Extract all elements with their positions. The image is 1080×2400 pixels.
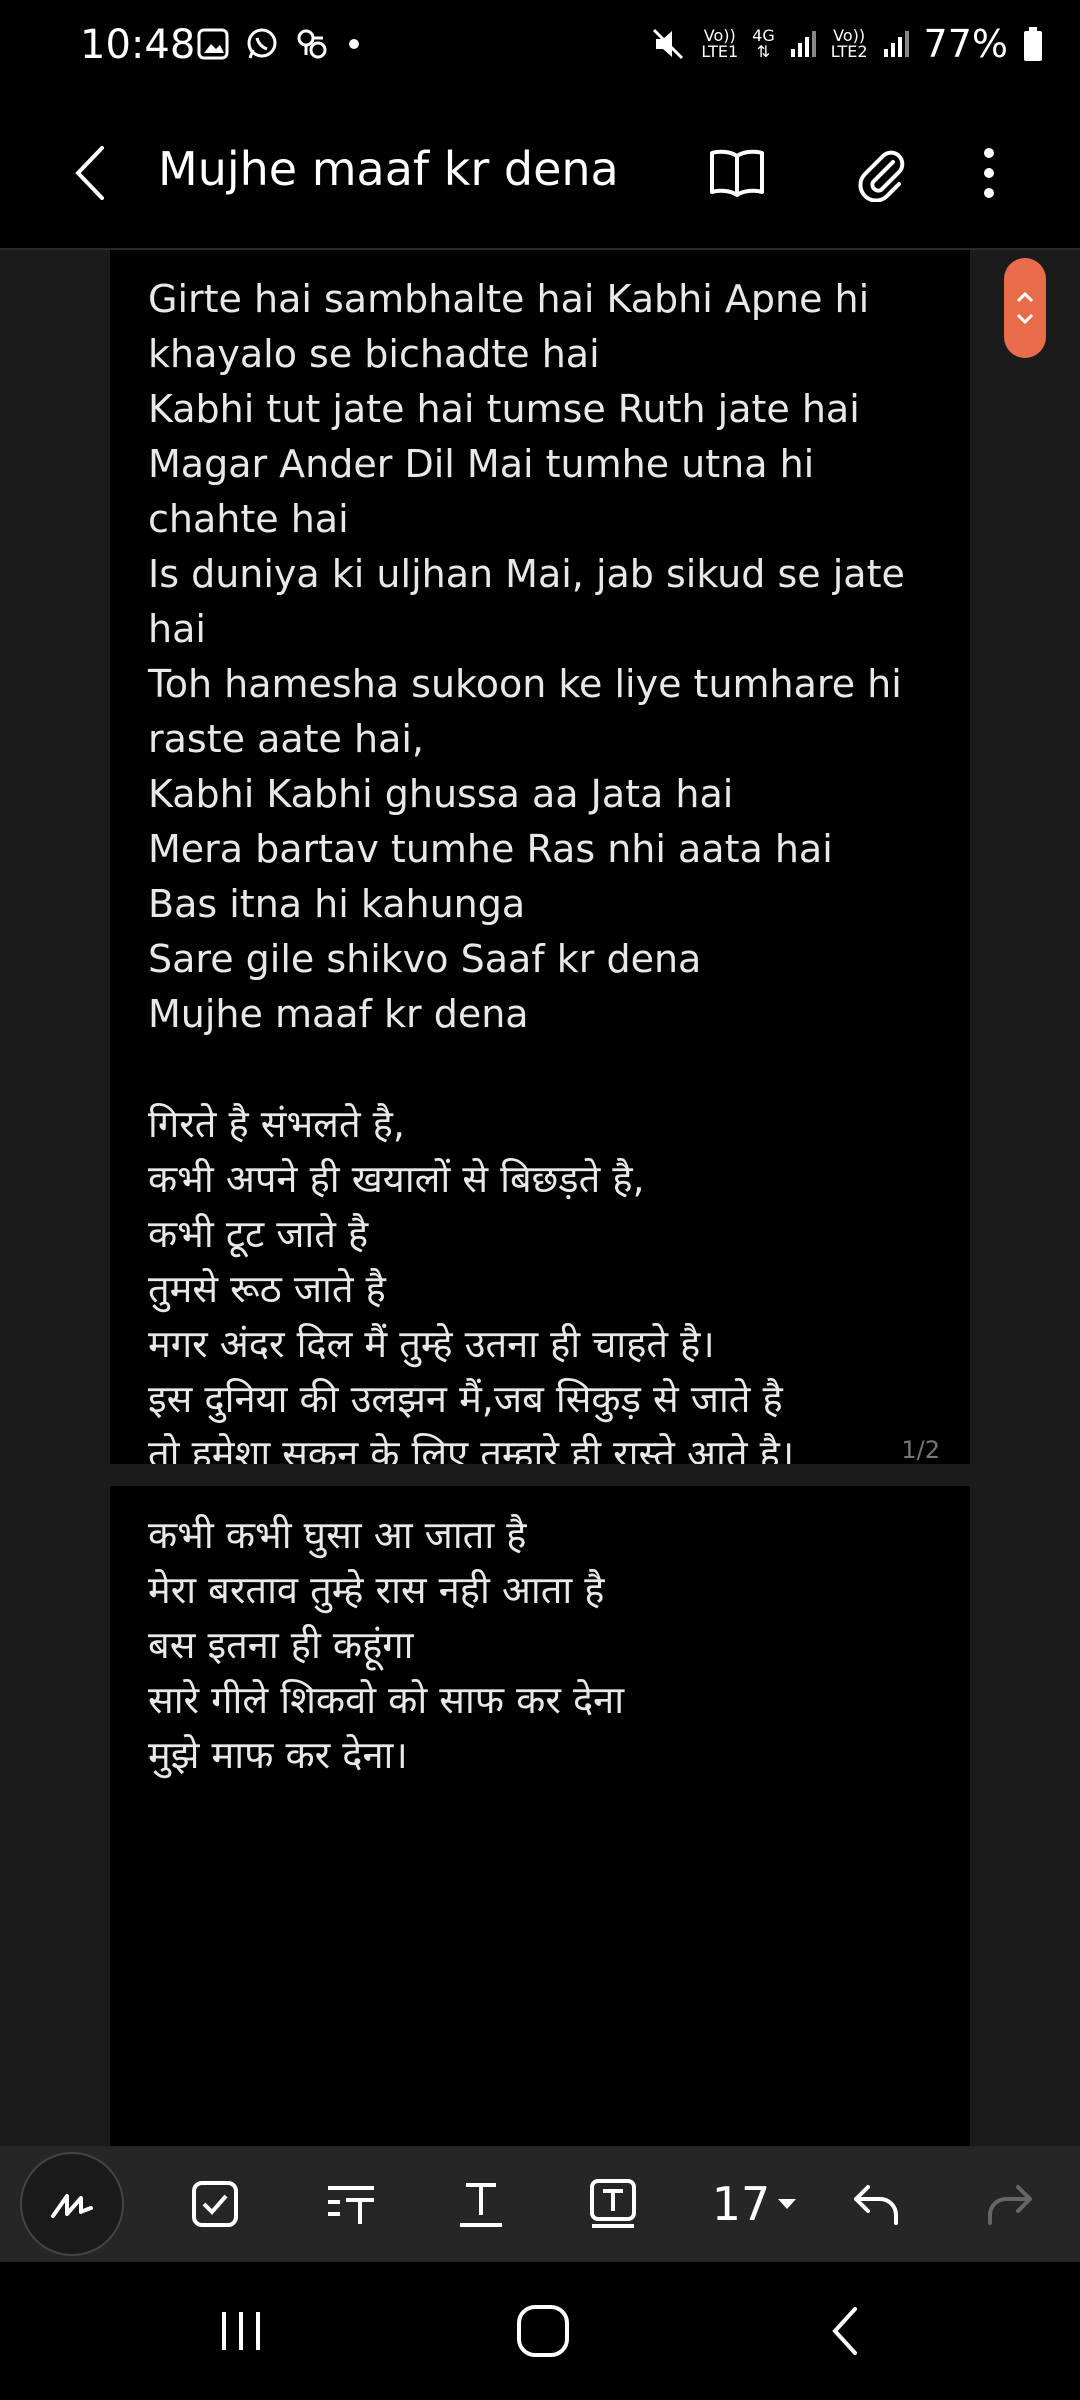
- signal-strength-1-icon: [790, 31, 816, 57]
- undo-button[interactable]: [842, 2160, 912, 2248]
- chevron-up-icon: [1016, 291, 1034, 303]
- status-time: 10:48: [80, 22, 196, 68]
- font-size-value: 17: [711, 2177, 771, 2231]
- battery-icon: [1024, 27, 1042, 61]
- volte-lte2-indicator: Vo)) LTE2: [830, 26, 868, 61]
- attach-button[interactable]: [846, 138, 916, 208]
- chevron-left-icon: [75, 146, 104, 200]
- note-page-1[interactable]: Girte hai sambhalte hai Kabhi Apne hi kh…: [110, 250, 970, 1476]
- chevron-down-icon: [1016, 313, 1034, 325]
- pen-handwriting-icon: [51, 2194, 93, 2218]
- gallery-notification-icon: [197, 28, 229, 60]
- note-title[interactable]: Mujhe maaf kr dena: [158, 142, 619, 196]
- volte-lte1-indicator: Vo)) LTE1: [701, 26, 739, 61]
- text-style-button[interactable]: [446, 2160, 516, 2248]
- system-navigation-bar: [0, 2262, 1080, 2400]
- open-book-icon: [710, 149, 764, 197]
- home-button[interactable]: [498, 2296, 588, 2366]
- page-scroll-button[interactable]: [1004, 258, 1046, 358]
- note-page-1-text[interactable]: Girte hai sambhalte hai Kabhi Apne hi kh…: [148, 272, 948, 1482]
- paragraph-style-button[interactable]: [316, 2160, 386, 2248]
- network-type-indicator: 4G ⇅: [752, 26, 775, 61]
- redo-icon: [988, 2185, 1032, 2225]
- page-number: 1/2: [901, 1436, 940, 1464]
- more-options-button[interactable]: [954, 138, 1024, 208]
- page-separator: [110, 1464, 970, 1486]
- note-page-2[interactable]: कभी कभी घुसा आ जाता है मेरा बरताव तुम्हे…: [110, 1486, 970, 2146]
- note-page-2-text[interactable]: कभी कभी घुसा आ जाता है मेरा बरताव तुम्हे…: [148, 1508, 948, 1783]
- status-bar: 10:48 Vo)) LTE1 4G ⇅ Vo)) LTE2 77%: [0, 0, 1080, 96]
- back-icon: [832, 2307, 857, 2355]
- signal-strength-2-icon: [883, 31, 909, 57]
- undo-icon: [854, 2185, 898, 2225]
- back-button[interactable]: [62, 138, 122, 208]
- text-box-icon: [590, 2179, 636, 2228]
- more-notifications-dot-icon: [349, 39, 359, 49]
- system-back-button[interactable]: [800, 2296, 890, 2366]
- editing-toolbar: 17: [0, 2146, 1080, 2262]
- system-status-icons: Vo)) LTE1 4G ⇅ Vo)) LTE2 77%: [649, 22, 1044, 66]
- text-color-button[interactable]: [578, 2160, 648, 2248]
- more-vertical-icon: [984, 148, 994, 198]
- caret-down-icon: [778, 2199, 797, 2209]
- mute-icon: [653, 28, 684, 60]
- home-icon: [517, 2305, 569, 2357]
- paperclip-icon: [858, 150, 905, 202]
- text-format-icon: [460, 2183, 502, 2227]
- notification-icons: [196, 26, 364, 62]
- app-bar: Mujhe maaf kr dena: [0, 96, 1080, 248]
- recent-apps-icon: [222, 2312, 260, 2350]
- whatsapp-icon: [247, 28, 277, 59]
- app-notification-icon: [297, 29, 327, 59]
- battery-percentage: 77%: [923, 22, 1008, 66]
- checkbox-icon: [192, 2181, 238, 2227]
- font-size-dropdown[interactable]: 17: [700, 2160, 810, 2248]
- redo-button[interactable]: [974, 2160, 1044, 2248]
- checkbox-button[interactable]: [180, 2160, 250, 2248]
- handwriting-mode-button[interactable]: [20, 2152, 124, 2256]
- note-canvas[interactable]: Girte hai sambhalte hai Kabhi Apne hi kh…: [0, 250, 1080, 2146]
- recent-apps-button[interactable]: [196, 2296, 286, 2366]
- reading-mode-button[interactable]: [702, 138, 772, 208]
- paragraph-style-icon: [328, 2186, 374, 2224]
